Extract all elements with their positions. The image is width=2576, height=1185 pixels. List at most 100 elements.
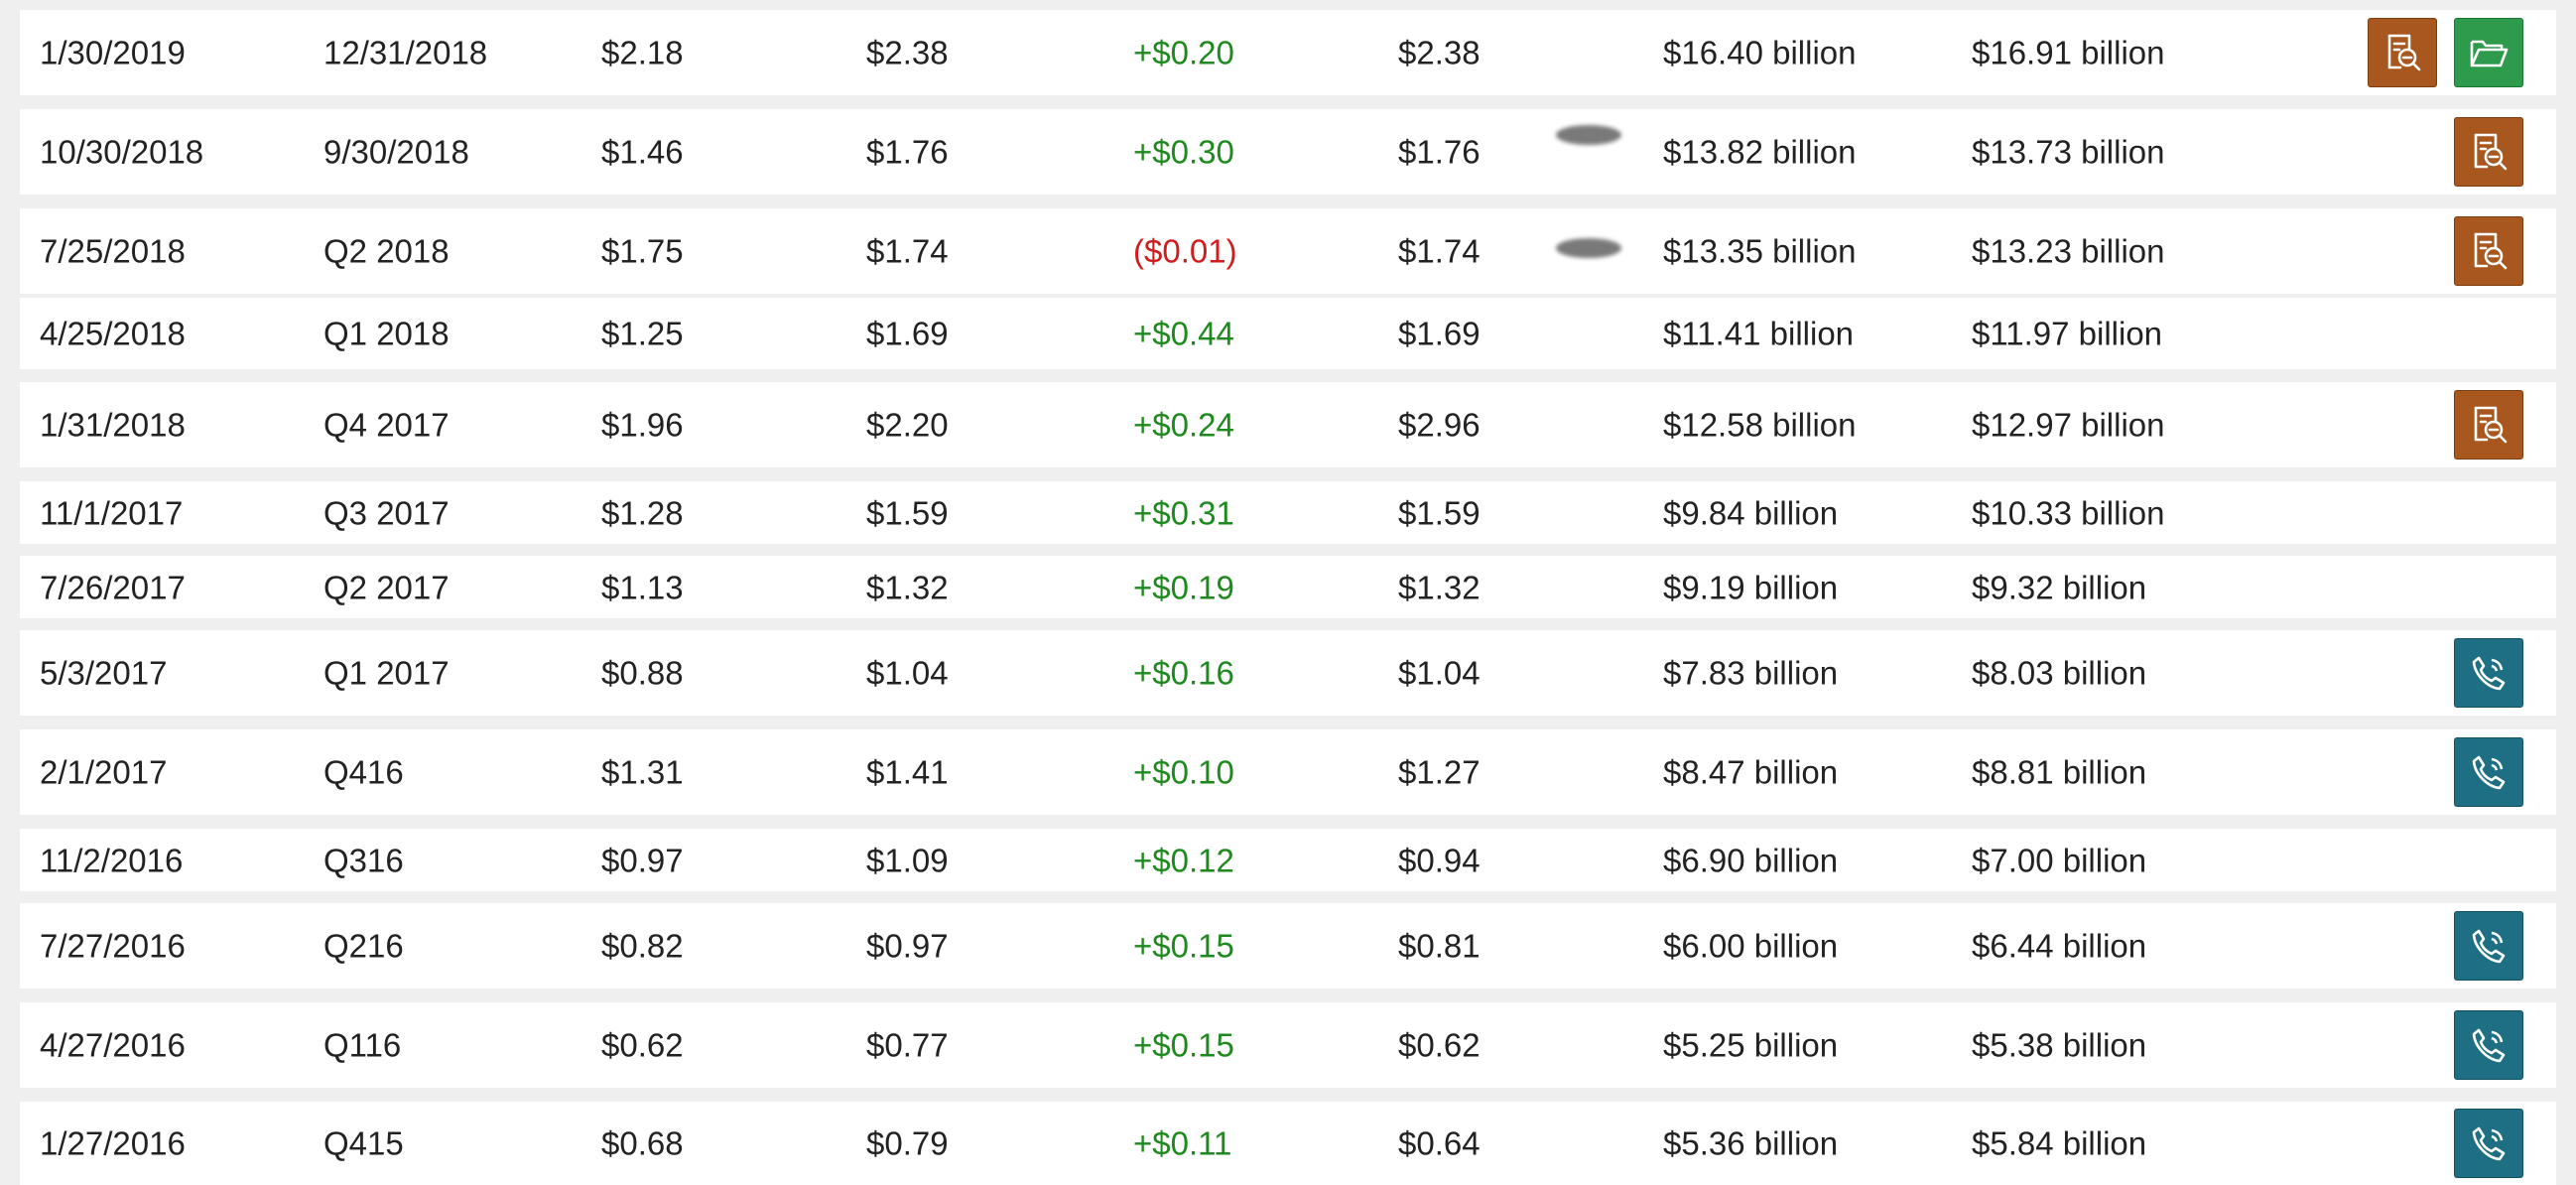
revenue-estimate-cell: $16.40 billion xyxy=(1663,34,1857,71)
revenue-estimate-cell: $7.83 billion xyxy=(1663,654,1839,692)
document-search-icon xyxy=(2381,31,2424,74)
consensus-eps-cell: $1.25 xyxy=(601,315,684,352)
table-row: 4/27/2016 Q116 $0.62 $0.77 +$0.15 $0.62 $5.25 … xyxy=(20,1002,2556,1088)
redacted-mark xyxy=(1556,238,1621,258)
revenue-estimate-cell: $6.00 billion xyxy=(1663,927,1839,965)
release-date-cell: 11/2/2016 xyxy=(40,842,184,878)
reported-eps-cell: $1.76 xyxy=(866,133,949,171)
earnings-call-button[interactable] xyxy=(2454,1109,2523,1178)
release-date-cell: 1/27/2016 xyxy=(40,1124,186,1162)
fiscal-period-cell: Q415 xyxy=(323,1124,404,1162)
eps-surprise-cell: +$0.31 xyxy=(1133,494,1234,531)
reported-eps-cell: $0.97 xyxy=(866,927,949,965)
earnings-report-button[interactable] xyxy=(2368,18,2437,87)
redacted-mark xyxy=(1556,125,1621,145)
eps-surprise-cell: +$0.15 xyxy=(1133,1026,1234,1064)
consensus-eps-cell: $0.88 xyxy=(601,654,684,692)
consensus-eps-cell: $1.31 xyxy=(601,753,684,791)
table-row: 10/30/2018 9/30/2018 $1.46 $1.76 +$0.30 $1.76… xyxy=(20,109,2556,195)
reported-eps-cell: $2.38 xyxy=(866,34,949,71)
eps-surprise-cell: +$0.12 xyxy=(1133,842,1234,878)
revenue-actual-cell: $12.97 billion xyxy=(1972,406,2165,444)
earnings-report-button[interactable] xyxy=(2454,117,2523,187)
consensus-eps-cell: $0.97 xyxy=(601,842,684,878)
table-row: 1/31/2018 Q4 2017 $1.96 $2.20 +$0.24 $2.96 $12… xyxy=(20,382,2556,467)
earnings-call-button[interactable] xyxy=(2454,737,2523,807)
revenue-actual-cell: $10.33 billion xyxy=(1972,494,2165,531)
reported-eps-cell: $1.32 xyxy=(866,569,949,605)
reported-eps-cell: $0.77 xyxy=(866,1026,949,1064)
revenue-estimate-cell: $8.47 billion xyxy=(1663,753,1839,791)
revenue-actual-cell: $11.97 billion xyxy=(1972,315,2163,352)
revenue-estimate-cell: $9.84 billion xyxy=(1663,494,1839,531)
fiscal-period-cell: Q316 xyxy=(323,842,404,878)
eps-surprise-cell: +$0.44 xyxy=(1133,315,1234,352)
revenue-actual-cell: $9.32 billion xyxy=(1972,569,2147,605)
gaap-eps-cell: $1.27 xyxy=(1398,753,1481,791)
fiscal-period-cell: Q116 xyxy=(323,1026,402,1064)
gaap-eps-cell: $0.62 xyxy=(1398,1026,1481,1064)
open-folder-button[interactable] xyxy=(2454,18,2523,87)
release-date-cell: 7/26/2017 xyxy=(40,569,186,605)
earnings-report-button[interactable] xyxy=(2454,390,2523,460)
earnings-call-button[interactable] xyxy=(2454,1010,2523,1080)
revenue-actual-cell: $16.91 billion xyxy=(1972,34,2165,71)
fiscal-period-cell: Q1 2018 xyxy=(323,315,450,352)
release-date-cell: 4/25/2018 xyxy=(40,315,186,352)
phone-icon xyxy=(2467,924,2511,968)
revenue-actual-cell: $8.81 billion xyxy=(1972,753,2147,791)
table-row: 11/1/2017 Q3 2017 $1.28 $1.59 +$0.31 $1.59 $9.… xyxy=(20,481,2556,544)
gaap-eps-cell: $0.81 xyxy=(1398,927,1481,965)
fiscal-period-cell: Q4 2017 xyxy=(323,406,450,444)
revenue-actual-cell: $7.00 billion xyxy=(1972,842,2147,878)
fiscal-period-cell: Q416 xyxy=(323,753,404,791)
fiscal-period-cell: 9/30/2018 xyxy=(323,133,469,171)
consensus-eps-cell: $0.62 xyxy=(601,1026,684,1064)
earnings-history-table: 1/30/2019 12/31/2018 $2.18 $2.38 +$0.20 $2.38… xyxy=(20,0,2556,1185)
eps-surprise-cell: +$0.19 xyxy=(1133,569,1234,605)
eps-surprise-cell: +$0.11 xyxy=(1133,1124,1232,1162)
release-date-cell: 4/27/2016 xyxy=(40,1026,186,1064)
reported-eps-cell: $1.69 xyxy=(866,315,949,352)
release-date-cell: 1/31/2018 xyxy=(40,406,186,444)
eps-surprise-cell: +$0.10 xyxy=(1133,753,1234,791)
revenue-estimate-cell: $13.35 billion xyxy=(1663,232,1857,270)
open-folder-icon xyxy=(2467,31,2511,74)
revenue-estimate-cell: $11.41 billion xyxy=(1663,315,1855,352)
earnings-call-button[interactable] xyxy=(2454,911,2523,981)
table-row: 5/3/2017 Q1 2017 $0.88 $1.04 +$0.16 $1.04 $7.8… xyxy=(20,630,2556,716)
release-date-cell: 7/27/2016 xyxy=(40,927,186,965)
gaap-eps-cell: $2.96 xyxy=(1398,406,1481,444)
eps-surprise-cell: +$0.20 xyxy=(1133,34,1234,71)
table-row: 7/25/2018 Q2 2018 $1.75 $1.74 ($0.01) $1.74 $1… xyxy=(20,208,2556,294)
gaap-eps-cell: $1.59 xyxy=(1398,494,1481,531)
reported-eps-cell: $1.09 xyxy=(866,842,949,878)
reported-eps-cell: $1.41 xyxy=(866,753,949,791)
consensus-eps-cell: $2.18 xyxy=(601,34,684,71)
earnings-report-button[interactable] xyxy=(2454,216,2523,286)
revenue-estimate-cell: $12.58 billion xyxy=(1663,406,1857,444)
table-row: 4/25/2018 Q1 2018 $1.25 $1.69 +$0.44 $1.69 $11… xyxy=(20,298,2556,369)
reported-eps-cell: $0.79 xyxy=(866,1124,949,1162)
eps-surprise-cell: +$0.16 xyxy=(1133,654,1234,692)
table-row: 7/26/2017 Q2 2017 $1.13 $1.32 +$0.19 $1.32 $9.… xyxy=(20,556,2556,618)
fiscal-period-cell: Q2 2017 xyxy=(323,569,450,605)
table-row: 1/30/2019 12/31/2018 $2.18 $2.38 +$0.20 $2.38… xyxy=(20,10,2556,95)
revenue-actual-cell: $13.23 billion xyxy=(1972,232,2165,270)
consensus-eps-cell: $1.75 xyxy=(601,232,684,270)
earnings-call-button[interactable] xyxy=(2454,638,2523,708)
eps-surprise-cell: +$0.24 xyxy=(1133,406,1234,444)
gaap-eps-cell: $0.64 xyxy=(1398,1124,1481,1162)
eps-surprise-cell: ($0.01) xyxy=(1133,232,1237,270)
eps-surprise-cell: +$0.15 xyxy=(1133,927,1234,965)
reported-eps-cell: $1.59 xyxy=(866,494,949,531)
consensus-eps-cell: $1.96 xyxy=(601,406,684,444)
phone-icon xyxy=(2467,1023,2511,1067)
revenue-estimate-cell: $5.25 billion xyxy=(1663,1026,1839,1064)
revenue-actual-cell: $8.03 billion xyxy=(1972,654,2147,692)
reported-eps-cell: $1.74 xyxy=(866,232,949,270)
gaap-eps-cell: $2.38 xyxy=(1398,34,1481,71)
release-date-cell: 1/30/2019 xyxy=(40,34,186,71)
consensus-eps-cell: $0.82 xyxy=(601,927,684,965)
fiscal-period-cell: Q2 2018 xyxy=(323,232,450,270)
